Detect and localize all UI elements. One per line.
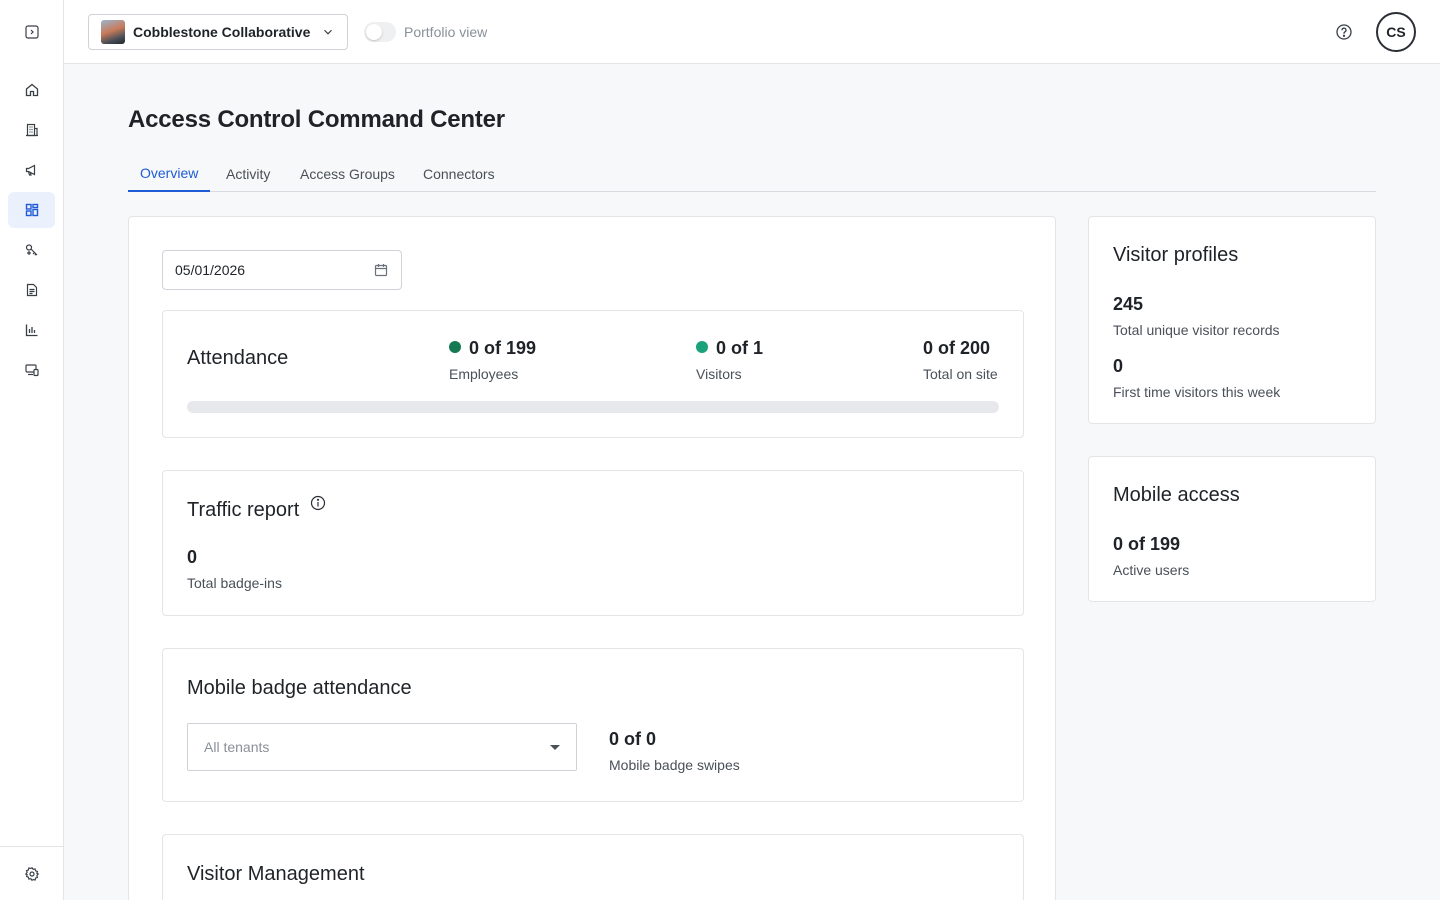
overview-panel: 05/01/2026 Attendance 0 of 199 Employees…: [128, 216, 1056, 900]
visitors-label: Visitors: [696, 366, 742, 382]
tenant-select[interactable]: All tenants: [187, 723, 577, 771]
visitors-stat: 0 of 1: [696, 338, 763, 359]
total-on-site-label: Total on site: [923, 366, 998, 382]
traffic-report-title: Traffic report: [187, 499, 300, 521]
sidebar-item-buildings[interactable]: [8, 112, 55, 148]
calendar-icon[interactable]: [373, 262, 389, 278]
key-icon: [25, 244, 37, 256]
chevron-down-icon: [324, 29, 332, 35]
date-picker[interactable]: 05/01/2026: [162, 250, 402, 290]
visitors-dot: [696, 341, 708, 353]
devices-icon: [24, 364, 39, 377]
settings-button[interactable]: [8, 856, 55, 892]
dashboard-icon: [25, 203, 38, 217]
badge-ins-label: Total badge-ins: [187, 575, 282, 591]
mobile-access-card: Mobile access 0 of 199 Active users: [1088, 456, 1376, 602]
sidebar-item-reports[interactable]: [8, 312, 55, 348]
total-on-site-value: 0 of 200: [923, 338, 991, 358]
portfolio-view-toggle[interactable]: [364, 22, 396, 42]
tab-activity[interactable]: Activity: [214, 155, 282, 192]
unique-visitors-value: 245: [1113, 294, 1144, 314]
tab-connectors[interactable]: Connectors: [411, 155, 507, 192]
property-name: Cobblestone Collaborative: [133, 24, 311, 40]
sidebar-item-access[interactable]: [8, 232, 55, 268]
megaphone-icon: [25, 164, 35, 176]
visitor-management-card: Visitor Management: [162, 834, 1024, 900]
sidebar-item-devices[interactable]: [8, 352, 55, 388]
badge-ins-value: 0: [187, 547, 198, 567]
sidebar-item-home[interactable]: [8, 72, 55, 108]
attendance-title: Attendance: [187, 347, 289, 369]
user-avatar[interactable]: CS: [1376, 12, 1416, 52]
tenant-select-placeholder: All tenants: [204, 739, 270, 755]
page-title: Access Control Command Center: [128, 106, 505, 133]
toggle-knob: [366, 24, 382, 40]
mobile-badge-swipes-value: 0 of 0: [609, 729, 657, 749]
gear-icon: [24, 867, 39, 881]
caret-down-icon: [550, 744, 560, 750]
visitor-profiles-title: Visitor profiles: [1113, 244, 1239, 266]
help-icon[interactable]: [1334, 22, 1354, 42]
tab-bar: Overview Activity Access Groups Connecto…: [128, 155, 1376, 192]
attendance-card: Attendance 0 of 199 Employees 0 of 1 Vis…: [162, 310, 1024, 438]
employees-label: Employees: [449, 366, 519, 382]
active-users-value: 0 of 199: [1113, 534, 1181, 554]
employees-value: 0 of 199: [469, 338, 537, 358]
document-icon: [26, 283, 37, 297]
sidebar-item-documents[interactable]: [8, 272, 55, 308]
info-icon[interactable]: [310, 495, 326, 511]
visitor-management-title: Visitor Management: [187, 863, 365, 885]
mobile-badge-title: Mobile badge attendance: [187, 677, 412, 699]
mobile-access-title: Mobile access: [1113, 484, 1240, 506]
home-icon: [25, 83, 38, 97]
portfolio-view-label: Portfolio view: [404, 24, 488, 40]
tab-access-groups[interactable]: Access Groups: [288, 155, 407, 192]
mobile-badge-card: Mobile badge attendance All tenants 0 of…: [162, 648, 1024, 802]
sidebar-expand-icon[interactable]: [8, 14, 55, 50]
sidebar-item-announcements[interactable]: [8, 152, 55, 188]
unique-visitors-label: Total unique visitor records: [1113, 322, 1280, 338]
employees-stat: 0 of 199: [449, 338, 536, 359]
first-time-visitors-value: 0: [1113, 356, 1124, 376]
attendance-progress-bar: [187, 401, 999, 413]
property-selector[interactable]: Cobblestone Collaborative: [88, 14, 348, 50]
visitors-value: 0 of 1: [716, 338, 764, 358]
date-value: 05/01/2026: [175, 262, 246, 278]
mobile-badge-swipes-label: Mobile badge swipes: [609, 757, 740, 773]
topbar: Cobblestone Collaborative Portfolio view…: [64, 0, 1440, 64]
visitor-profiles-card: Visitor profiles 245 Total unique visito…: [1088, 216, 1376, 424]
bar-chart-icon: [25, 324, 37, 337]
active-users-label: Active users: [1113, 562, 1190, 578]
building-icon: [25, 123, 38, 137]
sidebar: [0, 0, 64, 900]
tab-overview[interactable]: Overview: [128, 155, 211, 192]
traffic-report-card: Traffic report 0 Total badge-ins: [162, 470, 1024, 616]
property-thumbnail: [101, 20, 125, 44]
first-time-visitors-label: First time visitors this week: [1113, 384, 1281, 400]
employees-dot: [449, 341, 461, 353]
sidebar-item-dashboard[interactable]: [8, 192, 55, 228]
sidebar-divider: [0, 846, 63, 847]
